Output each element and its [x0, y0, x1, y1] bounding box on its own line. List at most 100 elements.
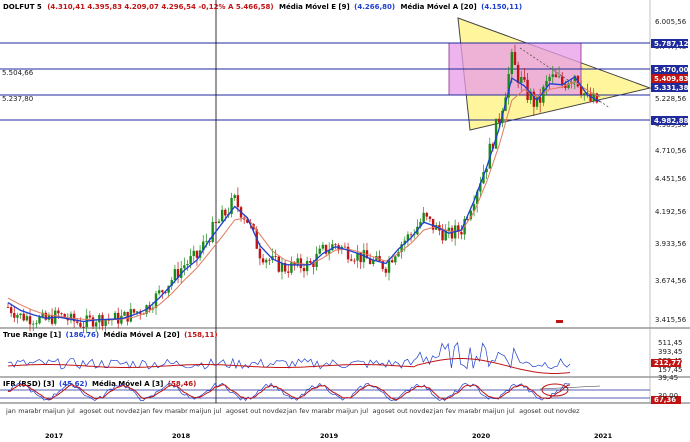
x-tick-label: jun: [347, 407, 358, 415]
x-tick-label: abr: [30, 407, 41, 415]
x-tick-label: abr: [177, 407, 188, 415]
candle-body: [6, 307, 10, 308]
candle-body: [94, 322, 98, 327]
candle-body: [557, 76, 561, 78]
tr-value: (186,76): [66, 331, 99, 339]
candle-body: [460, 231, 463, 235]
candle-body: [510, 51, 514, 75]
y-tick-5: 4.710,56: [655, 147, 687, 155]
candle-body: [561, 76, 564, 85]
price-legend: DOLFUT 5 (4.310,41 4.395,83 4.209,07 4.2…: [3, 3, 522, 11]
y-tick-3: 5.228,56: [655, 95, 687, 103]
candle-body: [280, 262, 284, 272]
candle-body: [350, 259, 353, 261]
candle-body: [220, 209, 224, 222]
candle-body: [123, 311, 126, 316]
candle-body: [290, 262, 293, 273]
x-tick-label: mai: [43, 407, 55, 415]
candle-body: [205, 240, 208, 242]
x-tick-label: jul: [66, 407, 75, 415]
candle-body: [554, 74, 558, 78]
candle-body: [274, 256, 277, 257]
candle-body: [38, 316, 41, 324]
candle-body: [28, 316, 32, 325]
candle-body: [268, 259, 271, 261]
tr-tick-1: 511,45: [658, 339, 683, 347]
candle-body: [309, 260, 312, 263]
candle-body: [22, 313, 25, 321]
x-tick-label: jun: [54, 407, 65, 415]
x-tick-label: set: [385, 407, 395, 415]
x-tick-label: set: [531, 407, 541, 415]
candle-body: [447, 227, 451, 231]
x-tick-label: dez: [421, 407, 433, 415]
x-tick-label: nov: [116, 407, 128, 415]
x-tick-label: set: [238, 407, 248, 415]
y-tick-10: 3.415,56: [655, 316, 687, 324]
tr-tick-4: 157,45: [658, 366, 683, 374]
ifr-tick-30: 30,00: [658, 392, 678, 400]
candle-body: [192, 250, 195, 257]
candle-body: [513, 51, 517, 65]
candle-body: [299, 258, 303, 269]
ema9-label: Média Móvel E [9]: [279, 3, 350, 11]
candle-body: [173, 269, 177, 281]
tag-text-1: 5.787,12: [654, 40, 689, 48]
price-chart[interactable]: DOLFUT 5 (4.310,41 4.395,83 4.209,07 4.2…: [0, 0, 690, 442]
x-year-label: 2021: [594, 432, 613, 440]
candle-body: [542, 86, 545, 103]
candle-body: [9, 307, 13, 314]
candle-body: [387, 260, 391, 273]
candle-body: [305, 260, 309, 272]
left-level-label-1: 5.504,66: [2, 69, 34, 77]
x-tick-label: fev: [446, 407, 456, 415]
candle-body: [422, 212, 425, 222]
candle-body: [236, 195, 240, 208]
candle-body: [189, 256, 192, 264]
ema9-value: (4.266,80): [354, 3, 395, 11]
x-tick-label: out: [544, 407, 555, 415]
x-tick-label: jan: [5, 407, 16, 415]
candle-body: [409, 234, 413, 236]
candle-body: [425, 212, 429, 217]
candle-body: [583, 93, 586, 95]
candle-body: [343, 246, 347, 248]
candle-body: [57, 310, 60, 314]
y-tick-1: 6.005,56: [655, 18, 687, 26]
candle-body: [261, 258, 265, 263]
candle-body: [318, 248, 321, 254]
x-tick-label: set: [92, 407, 102, 415]
candle-body: [258, 248, 262, 259]
candle-body: [13, 313, 16, 318]
x-tick-label: ago: [373, 407, 385, 415]
x-tick-label: jul: [213, 407, 222, 415]
candle-body: [60, 313, 63, 315]
candle-body: [516, 64, 520, 83]
x-tick-label: mai: [189, 407, 201, 415]
candle-body: [214, 222, 218, 224]
candle-body: [233, 195, 236, 199]
tag-text-5: 4.982,88: [654, 117, 689, 125]
x-year-label: 2020: [472, 432, 491, 440]
candle-body: [31, 323, 35, 325]
candle-body: [334, 244, 337, 246]
candle-body: [161, 290, 164, 293]
x-year-label: 2017: [45, 432, 63, 440]
x-tick-label: abr: [324, 407, 335, 415]
sma20-label: Média Móvel A [20]: [401, 3, 477, 11]
x-tick-label: dez: [568, 407, 580, 415]
candle-body: [441, 230, 444, 241]
x-year-label: 2018: [172, 432, 191, 440]
x-tick-label: nov: [409, 407, 421, 415]
candle-body: [183, 265, 186, 269]
sma20-value: (4.150,11): [481, 3, 522, 11]
candle-body: [277, 256, 281, 272]
x-tick-label: jul: [506, 407, 515, 415]
candle-body: [224, 209, 227, 216]
candle-body: [82, 326, 85, 328]
candle-body: [532, 91, 536, 107]
x-tick-label: mai: [336, 407, 348, 415]
x-tick-label: out: [250, 407, 261, 415]
x-tick-label: jul: [359, 407, 368, 415]
candle-body: [76, 321, 79, 323]
